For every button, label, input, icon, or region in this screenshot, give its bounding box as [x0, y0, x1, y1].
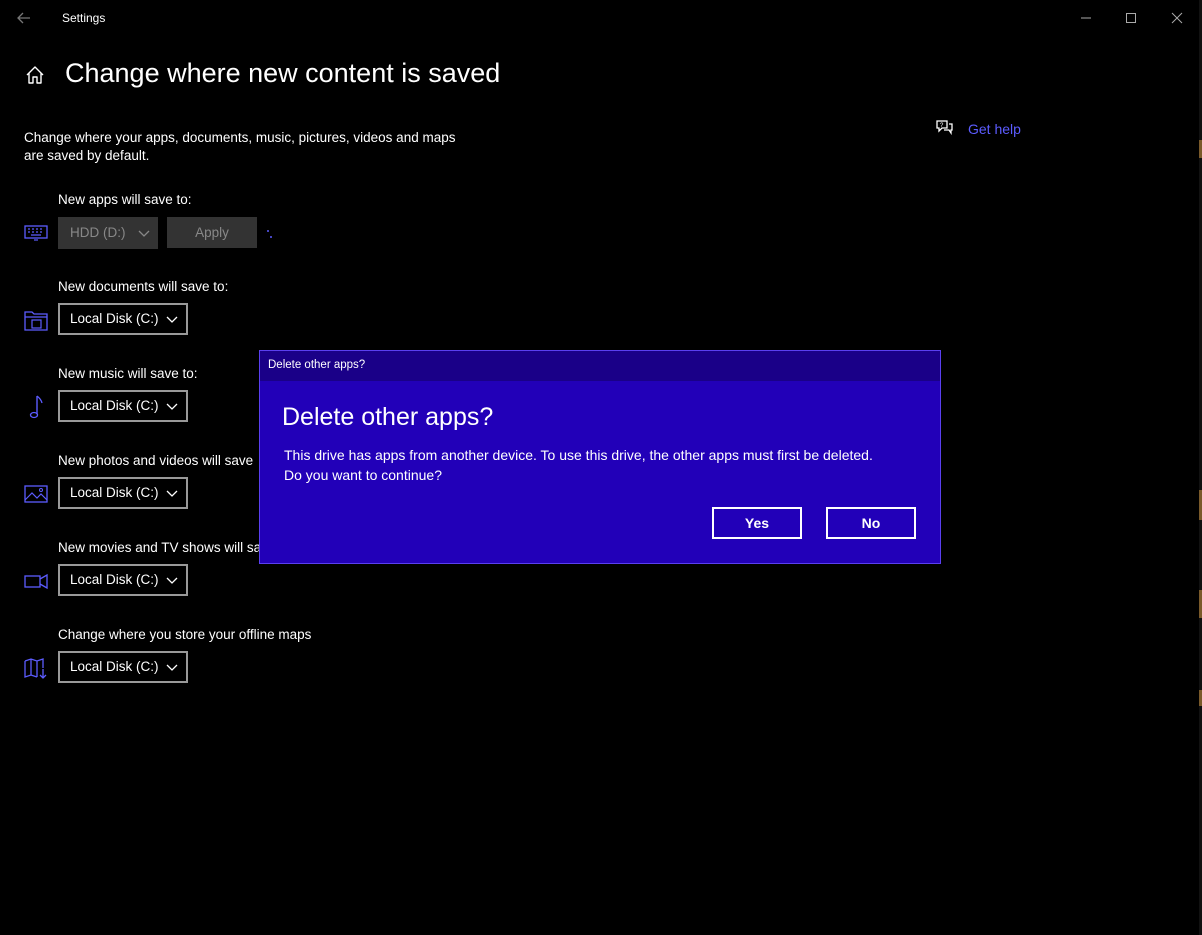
music-note-icon: [22, 393, 50, 421]
documents-drive-dropdown[interactable]: Local Disk (C:): [58, 303, 188, 335]
folder-documents-icon: [22, 306, 50, 334]
arrow-left-icon: [17, 12, 30, 24]
photos-drive-dropdown[interactable]: Local Disk (C:): [58, 477, 188, 509]
page-title: Change where new content is saved: [65, 58, 501, 88]
chevron-down-icon: [166, 490, 178, 497]
maps-drive-value: Local Disk (C:): [70, 659, 159, 674]
home-button[interactable]: [24, 64, 46, 86]
chevron-down-icon: [166, 403, 178, 410]
delete-apps-dialog: Delete other apps? Delete other apps? Th…: [259, 350, 941, 564]
map-download-icon: [22, 654, 50, 682]
maximize-button[interactable]: [1119, 6, 1143, 30]
maps-save-label: Change where you store your offline maps: [58, 627, 312, 642]
no-button[interactable]: No: [826, 507, 916, 539]
dialog-heading: Delete other apps?: [282, 403, 494, 431]
chevron-down-icon: [166, 316, 178, 323]
dialog-message: This drive has apps from another device.…: [284, 445, 924, 485]
close-button[interactable]: [1165, 6, 1189, 30]
dialog-titlebar-text: Delete other apps?: [268, 359, 366, 371]
spinner-dot: [267, 230, 269, 232]
page-description: Change where your apps, documents, music…: [24, 130, 456, 163]
get-help-label[interactable]: Get help: [968, 121, 1021, 137]
close-icon: [1171, 12, 1183, 24]
window-titlebar: Settings: [0, 0, 1202, 36]
movies-drive-dropdown[interactable]: Local Disk (C:): [58, 564, 188, 596]
yes-button[interactable]: Yes: [712, 507, 802, 539]
maximize-icon: [1126, 13, 1136, 23]
back-button[interactable]: [14, 8, 34, 28]
chevron-down-icon: [138, 230, 150, 237]
photos-drive-value: Local Disk (C:): [70, 485, 159, 500]
apply-button: Apply: [167, 217, 257, 248]
music-drive-dropdown[interactable]: Local Disk (C:): [58, 390, 188, 422]
chevron-down-icon: [166, 664, 178, 671]
apps-drive-dropdown: HDD (D:): [58, 217, 158, 249]
photos-save-label: New photos and videos will save: [58, 453, 254, 468]
video-camera-icon: [22, 567, 50, 595]
minimize-icon: [1081, 17, 1091, 19]
home-icon: [26, 66, 44, 84]
minimize-button[interactable]: [1074, 6, 1098, 30]
dialog-titlebar: Delete other apps?: [260, 351, 940, 381]
movies-save-label: New movies and TV shows will sa: [58, 540, 262, 555]
spinner-dot: [270, 236, 272, 238]
chat-help-icon: ?: [936, 120, 953, 136]
maps-drive-dropdown[interactable]: Local Disk (C:): [58, 651, 188, 683]
app-title: Settings: [62, 11, 106, 25]
dialog-message-line: This drive has apps from another device.…: [284, 447, 873, 463]
movies-drive-value: Local Disk (C:): [70, 572, 159, 587]
documents-drive-value: Local Disk (C:): [70, 311, 159, 326]
dialog-message-line: Do you want to continue?: [284, 467, 442, 483]
keyboard-icon: [22, 219, 50, 247]
apps-drive-value: HDD (D:): [70, 225, 126, 240]
documents-save-label: New documents will save to:: [58, 279, 229, 294]
music-save-label: New music will save to:: [58, 366, 198, 381]
chevron-down-icon: [166, 577, 178, 584]
apps-save-label: New apps will save to:: [58, 192, 192, 207]
music-drive-value: Local Disk (C:): [70, 398, 159, 413]
photo-icon: [22, 480, 50, 508]
